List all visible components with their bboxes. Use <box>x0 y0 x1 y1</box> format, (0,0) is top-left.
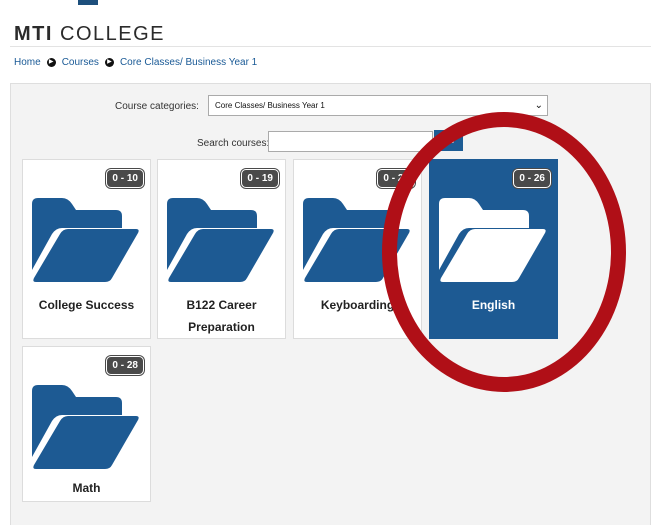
course-card[interactable]: 0 - 26 English <box>429 159 558 339</box>
folder-open-icon <box>439 198 547 282</box>
course-title[interactable]: Keyboarding <box>294 294 421 316</box>
course-card[interactable]: 0 - 10 College Success <box>22 159 151 339</box>
search-label: Search courses: <box>197 138 270 149</box>
go-button[interactable]: Go <box>434 130 463 151</box>
site-logo[interactable]: MTI COLLEGE <box>14 23 165 46</box>
course-title[interactable]: College Success <box>23 294 150 316</box>
folder-open-icon <box>303 198 411 282</box>
logo-text-bold: MTI <box>14 23 53 45</box>
course-title[interactable]: Math <box>23 477 150 499</box>
grade-range-badge: 0 - 28 <box>106 356 144 375</box>
circle-arrow-right-icon: ▶ <box>46 58 56 67</box>
category-label: Course categories: <box>115 101 199 112</box>
folder-open-icon <box>167 198 275 282</box>
header-divider <box>10 46 651 47</box>
circle-arrow-right-icon: ▶ <box>104 58 114 67</box>
folder-open-icon <box>32 198 140 282</box>
course-card[interactable]: 0 - 28 Math <box>22 346 151 502</box>
category-select[interactable]: Core Classes/ Business Year 1 ⌄ <box>208 95 548 116</box>
chevron-down-icon: ⌄ <box>534 100 543 111</box>
grade-range-badge: 0 - 19 <box>241 169 279 188</box>
course-title[interactable]: B122 Career Preparation <box>158 294 285 338</box>
course-title[interactable]: English <box>430 294 557 316</box>
breadcrumb-category[interactable]: Core Classes/ Business Year 1 <box>120 57 257 68</box>
breadcrumb-courses[interactable]: Courses <box>62 57 99 68</box>
grade-range-badge: 0 - 10 <box>106 169 144 188</box>
folder-open-icon <box>32 385 140 469</box>
breadcrumb: Home ▶ Courses ▶ Core Classes/ Business … <box>14 57 257 68</box>
breadcrumb-home[interactable]: Home <box>14 57 41 68</box>
course-card[interactable]: 0 - 19 B122 Career Preparation <box>157 159 286 339</box>
category-select-value: Core Classes/ Business Year 1 <box>215 101 325 110</box>
grade-range-badge: 0 - 26 <box>513 169 551 188</box>
search-input[interactable] <box>268 131 433 152</box>
grade-range-badge: 0 - 22 <box>377 169 415 188</box>
logo-accent-bar <box>78 0 98 5</box>
course-card[interactable]: 0 - 22 Keyboarding <box>293 159 422 339</box>
logo-text: COLLEGE <box>52 23 165 45</box>
